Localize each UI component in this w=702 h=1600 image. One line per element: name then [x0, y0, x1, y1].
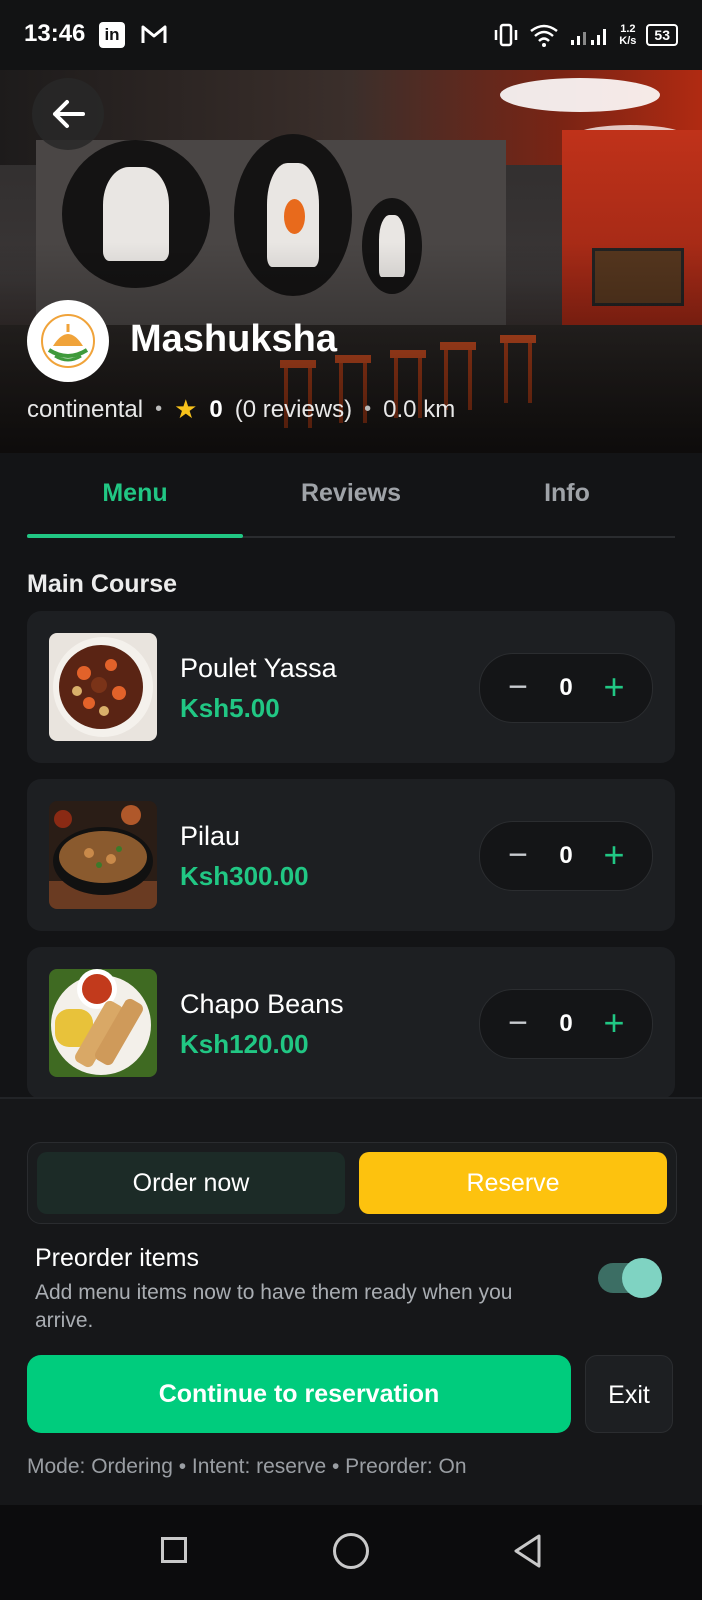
order-now-button[interactable]: Order now	[37, 1152, 345, 1214]
menu-item-card: Pilau Ksh300.00 − 0 +	[27, 779, 675, 931]
menu-item-card: Chapo Beans Ksh120.00 − 0 +	[27, 947, 675, 1099]
item-name: Chapo Beans	[180, 989, 344, 1019]
item-name: Pilau	[180, 821, 241, 851]
status-bar: 13:46 in 1.2 K/s 53	[0, 0, 702, 70]
restaurant-logo	[27, 300, 109, 382]
section-title: Main Course	[27, 570, 178, 598]
toggle-knob	[622, 1258, 662, 1298]
separator-dot: •	[155, 398, 163, 420]
tab-bar: Menu Reviews Info	[27, 453, 675, 538]
food-image	[49, 633, 157, 741]
quantity-stepper: − 0 +	[479, 821, 653, 891]
gmail-icon	[140, 22, 168, 51]
triangle-back-icon[interactable]	[512, 1533, 542, 1569]
increase-button[interactable]: +	[590, 664, 638, 712]
preorder-description: Add menu items now to have them ready wh…	[35, 1281, 513, 1332]
intent-segmented-control: Order now Reserve	[27, 1142, 677, 1224]
cuisine-label: continental	[27, 395, 144, 423]
review-count: (0 reviews)	[234, 395, 353, 423]
food-image	[49, 969, 157, 1077]
wifi-icon	[530, 24, 559, 47]
mode-status-text: Mode: Ordering • Intent: reserve • Preor…	[27, 1455, 467, 1478]
square-icon[interactable]	[161, 1537, 187, 1563]
preorder-title: Preorder items	[35, 1244, 199, 1272]
separator-dot: •	[364, 398, 372, 420]
item-name: Poulet Yassa	[180, 653, 337, 683]
quantity-stepper: − 0 +	[479, 989, 653, 1059]
reservation-panel: Order now Reserve Preorder items Add men…	[0, 1097, 702, 1507]
signal-icon	[571, 29, 607, 45]
decrease-button[interactable]: −	[494, 664, 542, 712]
preorder-toggle[interactable]	[598, 1258, 662, 1298]
battery-icon: 53	[646, 24, 678, 46]
status-time: 13:46	[24, 20, 86, 47]
network-speed: 1.2 K/s	[619, 23, 637, 47]
back-button[interactable]	[32, 78, 104, 150]
tab-info[interactable]: Info	[459, 453, 675, 536]
food-image	[49, 801, 157, 909]
exit-button[interactable]: Exit	[585, 1355, 673, 1433]
circle-icon[interactable]	[333, 1533, 369, 1569]
decrease-button[interactable]: −	[494, 832, 542, 880]
increase-button[interactable]: +	[590, 1000, 638, 1048]
star-icon: ★	[174, 394, 198, 424]
arrow-left-icon	[53, 100, 85, 128]
increase-button[interactable]: +	[590, 832, 638, 880]
restaurant-name: Mashuksha	[130, 318, 337, 360]
item-price: Ksh300.00	[180, 861, 309, 891]
vibrate-icon	[495, 23, 518, 47]
restaurant-meta: continental • ★ 0 (0 reviews) • 0.0 km	[27, 394, 455, 425]
distance-label: 0.0 km	[383, 395, 456, 423]
rating-value: 0	[209, 395, 223, 423]
item-price: Ksh5.00	[180, 693, 280, 723]
quantity-value: 0	[559, 1010, 573, 1037]
menu-item-card: Poulet Yassa Ksh5.00 − 0 +	[27, 611, 675, 763]
reserve-button[interactable]: Reserve	[359, 1152, 667, 1214]
tab-reviews[interactable]: Reviews	[243, 453, 459, 536]
quantity-stepper: − 0 +	[479, 653, 653, 723]
item-price: Ksh120.00	[180, 1029, 309, 1059]
status-icons: 1.2 K/s 53	[493, 20, 678, 50]
tab-menu[interactable]: Menu	[27, 453, 243, 538]
continue-to-reservation-button[interactable]: Continue to reservation	[27, 1355, 571, 1433]
linkedin-icon: in	[99, 22, 125, 48]
quantity-value: 0	[559, 674, 573, 701]
decrease-button[interactable]: −	[494, 1000, 542, 1048]
system-nav-bar	[0, 1505, 702, 1600]
quantity-value: 0	[559, 842, 573, 869]
